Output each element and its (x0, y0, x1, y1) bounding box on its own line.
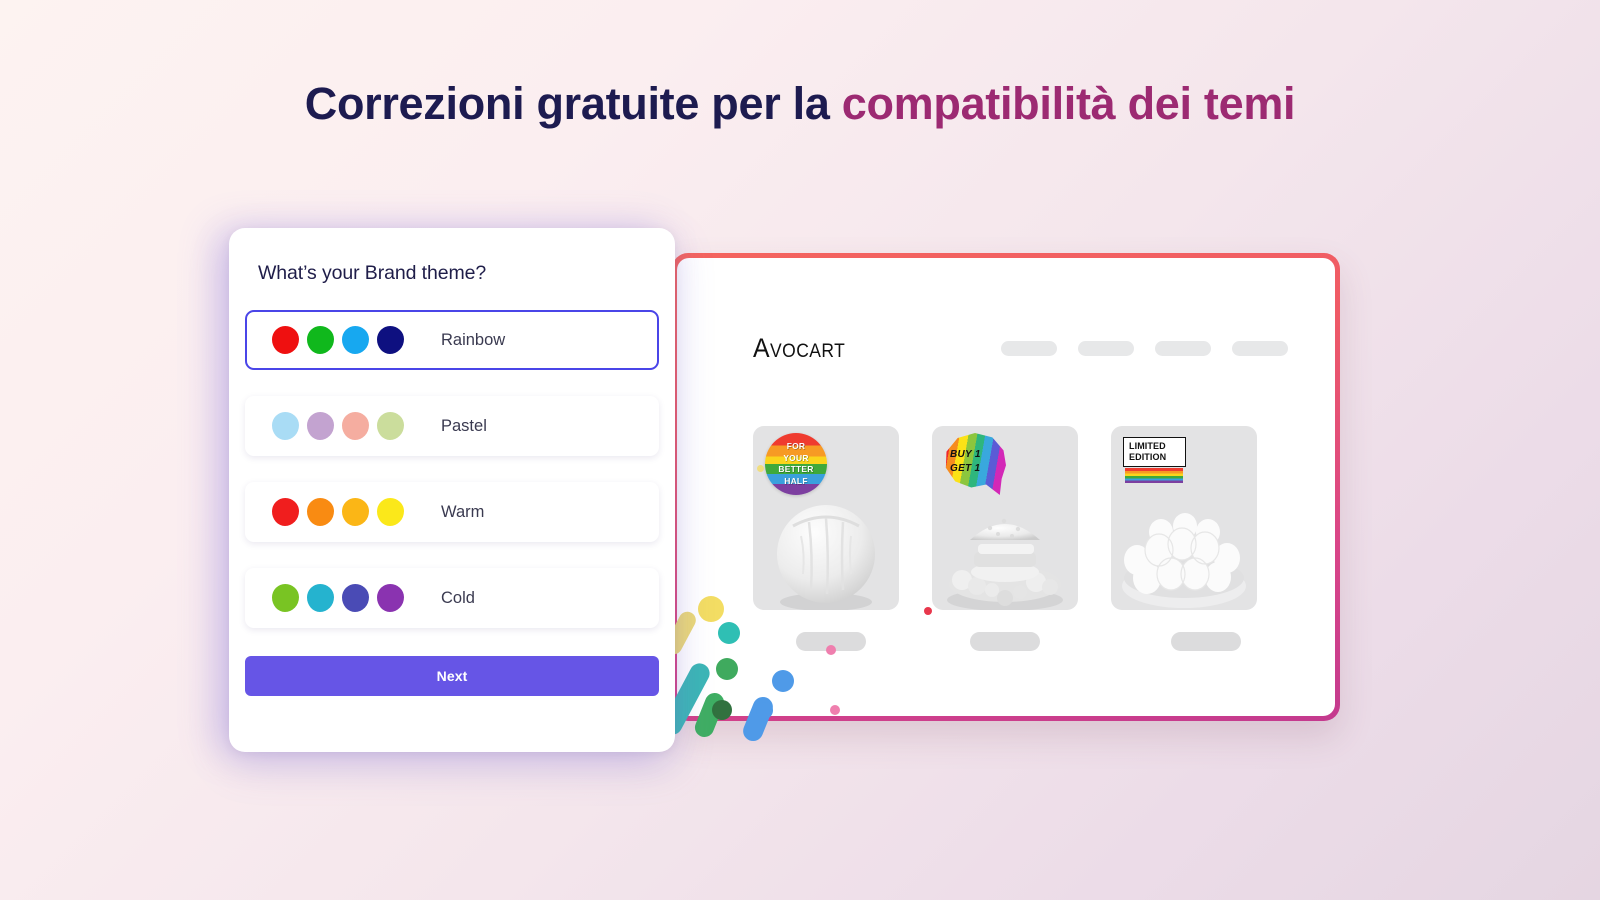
brand-theme-dialog: What’s your Brand theme? Rainbow Pastel Wa… (229, 228, 675, 752)
confetti-dot (757, 465, 764, 472)
theme-option-label: Rainbow (441, 330, 506, 349)
page-title-accent: compatibilità dei temi (841, 78, 1296, 129)
page-title: Correzioni gratuite per la compatibilità… (0, 78, 1600, 130)
theme-option-label: Pastel (441, 416, 487, 435)
color-swatch (307, 412, 334, 440)
color-swatch (307, 584, 334, 612)
theme-option-pastel[interactable]: Pastel (245, 396, 659, 456)
theme-option-rainbow[interactable]: Rainbow (245, 310, 659, 370)
color-swatch (342, 412, 369, 440)
color-swatch (377, 584, 404, 612)
badge-text: LIMITED EDITION (1123, 437, 1186, 467)
badge-for-your-better-half: FOR YOUR BETTER HALF (765, 433, 827, 495)
store-preview-viewport: Avocart FOR YOUR BETTER HALF BUY 1 GET 1… (677, 258, 1335, 716)
confetti-dot (712, 700, 732, 720)
product-image-eggs (1122, 513, 1246, 608)
theme-option-warm[interactable]: Warm (245, 482, 659, 542)
color-swatch (272, 412, 299, 440)
rainbow-stripes-icon (1125, 468, 1183, 483)
color-swatch (342, 498, 369, 526)
color-swatch-group (272, 584, 404, 612)
product-label-placeholder (970, 632, 1040, 651)
color-swatch (307, 326, 334, 354)
next-button[interactable]: Next (245, 656, 659, 696)
theme-option-cold[interactable]: Cold (245, 568, 659, 628)
confetti-dot (924, 607, 932, 615)
badge-text: FOR YOUR BETTER HALF (778, 441, 814, 486)
nav-pill-placeholder[interactable] (1078, 340, 1135, 356)
store-preview-frame: Avocart FOR YOUR BETTER HALF BUY 1 GET 1… (672, 253, 1340, 721)
product-card[interactable]: FOR YOUR BETTER HALF (753, 426, 899, 610)
product-card[interactable]: LIMITED EDITION (1111, 426, 1257, 610)
color-swatch (272, 498, 299, 526)
theme-option-label: Cold (441, 588, 475, 607)
theme-option-list: Rainbow Pastel Warm Cold (245, 310, 659, 654)
color-swatch (272, 326, 299, 354)
color-swatch (272, 584, 299, 612)
theme-option-label: Warm (441, 502, 485, 521)
badge-limited-edition: LIMITED EDITION (1123, 437, 1186, 483)
confetti-dot (716, 658, 738, 680)
product-card[interactable]: BUY 1 GET 1 (932, 426, 1078, 610)
confetti-dot (772, 670, 794, 692)
color-swatch (377, 326, 404, 354)
confetti-dot (756, 702, 773, 719)
store-header: Avocart (677, 328, 1335, 368)
confetti-dot (718, 622, 740, 644)
nav-pill-placeholder[interactable] (1001, 340, 1058, 356)
product-item[interactable]: BUY 1 GET 1 (932, 426, 1078, 651)
color-swatch-group (272, 412, 404, 440)
color-swatch (377, 498, 404, 526)
confetti-dot (698, 596, 724, 622)
color-swatch (377, 412, 404, 440)
dialog-title: What’s your Brand theme? (258, 262, 487, 284)
nav-pill-placeholder[interactable] (1155, 340, 1212, 356)
product-label-placeholder (1171, 632, 1241, 651)
store-nav-placeholders (1001, 340, 1289, 356)
confetti-dot (830, 705, 840, 715)
color-swatch (342, 326, 369, 354)
product-item[interactable]: LIMITED EDITION (1111, 426, 1257, 651)
color-swatch-group (272, 498, 404, 526)
product-item[interactable]: FOR YOUR BETTER HALF (753, 426, 899, 651)
product-grid: FOR YOUR BETTER HALF BUY 1 GET 1 LIMITED… (677, 426, 1335, 651)
badge-text: BUY 1 GET 1 (950, 449, 981, 474)
nav-pill-placeholder[interactable] (1232, 340, 1289, 356)
page-title-primary: Correzioni gratuite per la (304, 78, 842, 129)
badge-buy-one-get-one: BUY 1 GET 1 (944, 433, 1006, 495)
confetti-dot (826, 645, 836, 655)
color-swatch-group (272, 326, 404, 354)
color-swatch (342, 584, 369, 612)
color-swatch (307, 498, 334, 526)
store-logo: Avocart (753, 332, 846, 363)
